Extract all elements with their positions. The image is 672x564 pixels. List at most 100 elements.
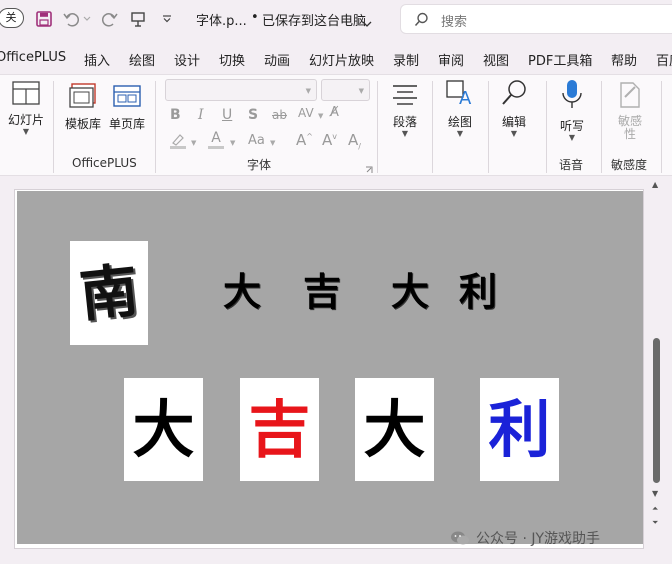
increase-font-icon[interactable]: A^ (296, 131, 313, 149)
drawing-label: 绘图 (447, 115, 472, 129)
character-spacing-icon[interactable]: AV (298, 106, 314, 120)
tab-record[interactable]: 录制 (393, 50, 419, 69)
autosave-toggle[interactable]: 关 (0, 8, 24, 28)
voice-group-label: 语音 (559, 158, 584, 172)
title-char-4[interactable]: 利 (459, 273, 497, 311)
chevron-down-icon: ▼ (230, 139, 236, 147)
dictate-button[interactable]: 听写 ▼ (554, 79, 590, 142)
title-char-1[interactable]: 大 (223, 273, 261, 311)
sensitivity-label-2: 性 (623, 127, 636, 141)
card-char-1: 大 (132, 392, 195, 466)
chevron-down-icon: ▼ (270, 139, 276, 147)
shadow-icon[interactable]: S (248, 107, 258, 123)
tab-design[interactable]: 设计 (174, 50, 200, 69)
undo-dropdown-icon[interactable] (82, 8, 92, 30)
single-page-library-button[interactable]: 单页库 (107, 83, 147, 132)
sensitivity-group-label: 敏感度 (611, 158, 648, 172)
italic-icon[interactable]: I (198, 107, 204, 123)
tab-draw[interactable]: 绘图 (129, 50, 155, 69)
shapes-icon: A (445, 79, 475, 111)
font-dialog-launcher-icon[interactable] (365, 159, 373, 178)
template-library-label: 模板库 (64, 117, 101, 131)
wechat-icon (450, 530, 470, 546)
tab-insert[interactable]: 插入 (84, 50, 110, 69)
font-color-letter: A (211, 130, 221, 146)
highlight-icon[interactable] (169, 133, 187, 153)
clear-formatting-icon[interactable]: A̸ (330, 105, 339, 120)
divider (53, 81, 54, 173)
divider (661, 81, 662, 173)
drawing-button[interactable]: A 绘图 ▼ (442, 79, 478, 138)
undo-icon[interactable] (62, 8, 80, 30)
paragraph-icon (391, 83, 419, 111)
card-char-4: 利 (488, 392, 551, 466)
editing-button[interactable]: 编辑 ▼ (496, 79, 532, 138)
vertical-scrollbar[interactable]: ▲ ▼ ⏶ ⏷ (649, 177, 669, 564)
scrollbar-thumb[interactable] (653, 338, 660, 483)
sensitivity-icon (617, 81, 643, 113)
tab-review[interactable]: 审阅 (438, 50, 464, 69)
logo-character: 南 (76, 256, 142, 330)
tab-animations[interactable]: 动画 (264, 50, 290, 69)
document-name[interactable]: 字体.p... (196, 10, 247, 29)
decrease-font-icon[interactable]: Av (322, 131, 337, 149)
customize-toolbar-icon[interactable] (160, 8, 174, 30)
officeplus-group-label: OfficePLUS (72, 156, 137, 170)
character-card-3[interactable]: 大 (355, 378, 434, 481)
character-card-1[interactable]: 大 (124, 378, 203, 481)
card-char-2: 吉 (248, 392, 311, 466)
save-status[interactable]: 已保存到这台电脑 (262, 10, 366, 29)
scroll-down-icon[interactable]: ▼ (652, 489, 658, 498)
template-icon (69, 83, 97, 113)
text-direction-icon[interactable]: A/ (348, 131, 361, 151)
microphone-icon (560, 79, 584, 115)
tab-transitions[interactable]: 切换 (219, 50, 245, 69)
chevron-down-icon: ▼ (318, 112, 324, 120)
title-bar: 关 字体.p... • 已保存到这台电脑 搜索 (0, 0, 672, 40)
tab-help[interactable]: 帮助 (611, 50, 637, 69)
slide-canvas[interactable]: 南 大 吉 大 利 大 吉 大 利 (17, 191, 643, 544)
font-color-icon[interactable]: A (208, 131, 224, 149)
divider (432, 81, 433, 173)
character-card-2[interactable]: 吉 (240, 378, 319, 481)
previous-slide-icon[interactable]: ⏶ (652, 504, 658, 514)
single-page-icon (113, 83, 141, 113)
presentation-icon[interactable] (128, 8, 148, 30)
bold-icon[interactable]: B (170, 107, 181, 123)
scroll-up-icon[interactable]: ▲ (652, 180, 658, 189)
logo-image[interactable]: 南 (70, 241, 148, 345)
slide-frame: 南 大 吉 大 利 大 吉 大 利 (14, 189, 644, 549)
sensitivity-button[interactable]: 敏感 性 (610, 81, 650, 141)
save-icon[interactable] (34, 8, 54, 30)
template-library-button[interactable]: 模板库 (63, 83, 103, 132)
font-size-combo[interactable]: ▼ (321, 79, 370, 101)
tab-officeplus[interactable]: OfficePLUS (0, 50, 66, 65)
new-slide-button[interactable]: 幻灯片 ▼ (6, 81, 46, 136)
redo-icon[interactable] (100, 8, 120, 30)
divider (488, 81, 489, 173)
title-char-2[interactable]: 吉 (303, 273, 341, 311)
chevron-down-icon[interactable] (362, 13, 372, 32)
change-case-icon[interactable]: Aa (248, 133, 265, 148)
strikethrough-icon[interactable]: ab (272, 108, 287, 122)
chevron-down-icon: ▼ (358, 87, 364, 95)
find-icon (499, 79, 529, 111)
tab-pdf-toolbox[interactable]: PDF工具箱 (528, 50, 592, 69)
tab-slideshow[interactable]: 幻灯片放映 (309, 50, 374, 69)
next-slide-icon[interactable]: ⏷ (652, 518, 658, 528)
title-char-3[interactable]: 大 (391, 273, 429, 311)
search-placeholder: 搜索 (441, 15, 468, 30)
underline-icon[interactable]: U (222, 107, 232, 123)
card-char-3: 大 (363, 392, 426, 466)
ribbon-tabs: OfficePLUS 插入 绘图 设计 切换 动画 幻灯片放映 录制 审阅 视图… (0, 44, 672, 72)
chevron-down-icon: ▼ (456, 129, 464, 138)
font-family-combo[interactable]: ▼ (165, 79, 317, 101)
tab-view[interactable]: 视图 (483, 50, 509, 69)
tab-baidu[interactable]: 百度 (656, 50, 672, 69)
search-input[interactable]: 搜索 (400, 4, 672, 34)
new-slide-label: 幻灯片 (7, 113, 44, 127)
chevron-down-icon: ▼ (510, 129, 518, 138)
character-card-4[interactable]: 利 (480, 378, 559, 481)
chevron-down-icon: ▼ (22, 127, 30, 136)
paragraph-button[interactable]: 段落 ▼ (387, 83, 423, 138)
